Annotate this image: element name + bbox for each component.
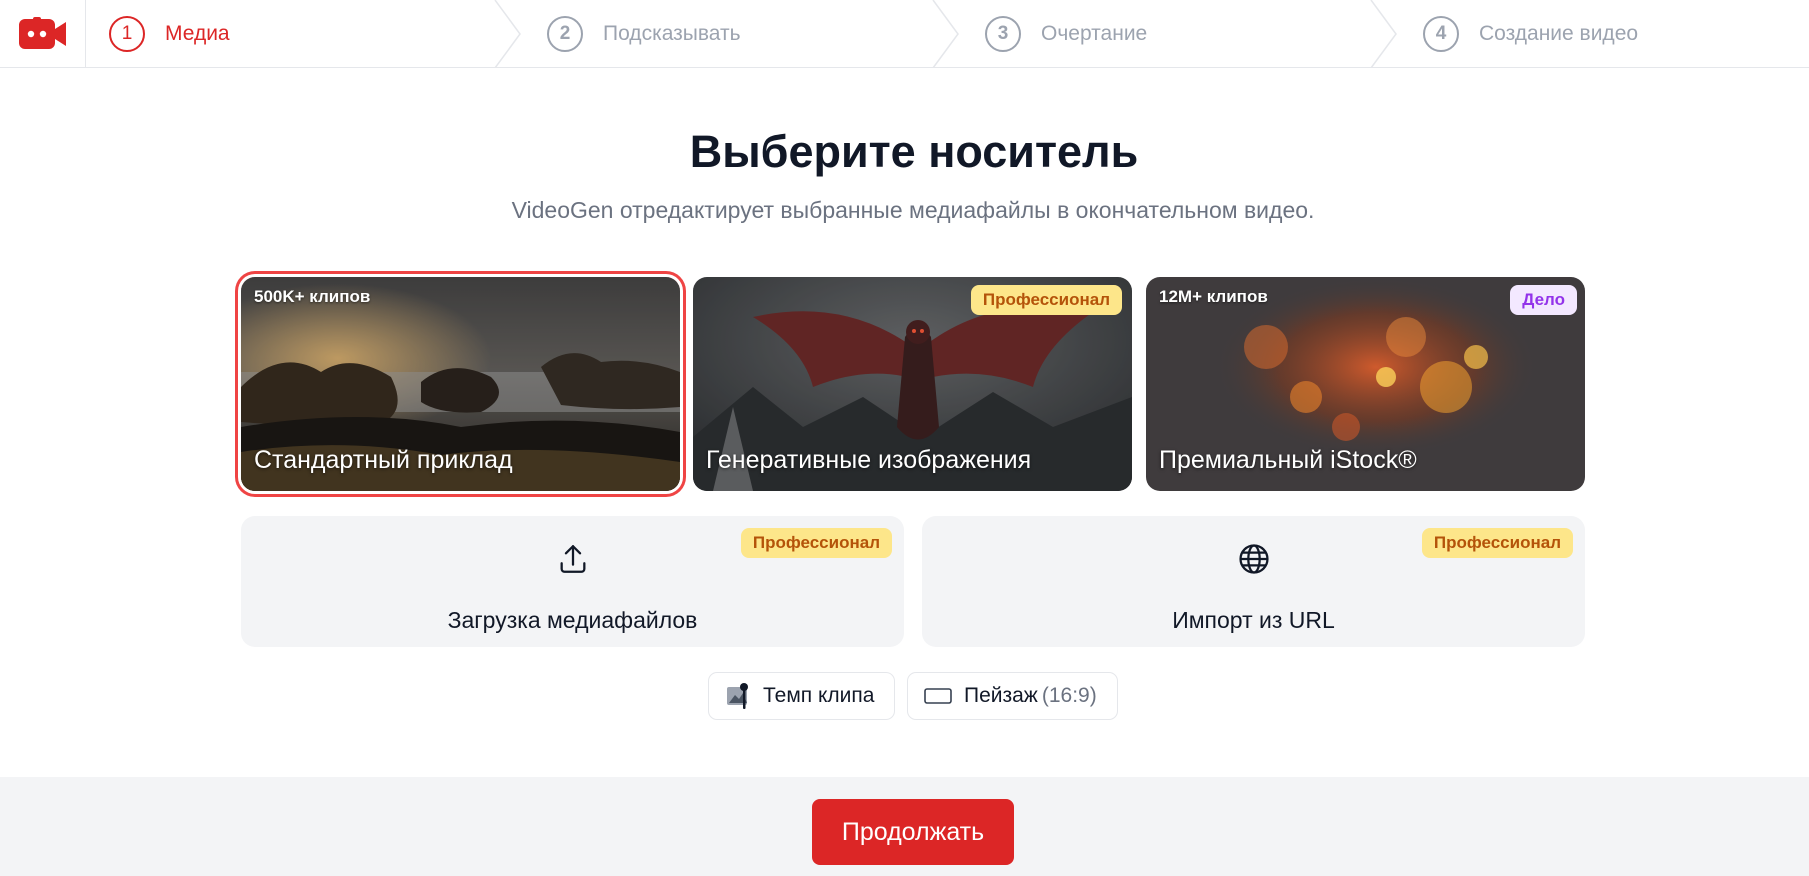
video-camera-logo-icon <box>18 16 66 49</box>
media-card-title: Премиальный iStock® <box>1159 446 1417 474</box>
aspect-label: Пейзаж <box>964 684 1038 707</box>
media-card-premium-istock[interactable]: 12M+ клипов Дело Премиальный iStock® <box>1146 277 1585 491</box>
media-card-standard-stock[interactable]: 500K+ клипов Стандартный приклад <box>241 277 680 491</box>
media-card-generative-images[interactable]: Профессионал Генеративные изображения <box>693 277 1132 491</box>
step-separator-icon <box>932 0 959 68</box>
business-badge: Дело <box>1510 285 1577 315</box>
step-create-video[interactable]: 4 Создание видео <box>1423 0 1638 67</box>
upload-media-tile[interactable]: Профессионал Загрузка медиафайлов <box>241 516 904 647</box>
pro-badge: Профессионал <box>740 528 892 558</box>
landscape-icon <box>924 688 952 704</box>
clip-count: 500K+ клипов <box>254 287 371 306</box>
page-title: Выберите носитель <box>689 126 1139 177</box>
step-media[interactable]: 1 Медиа <box>109 0 230 67</box>
stepper-header: 1 Медиа 2 Подсказывать 3 Очертание 4 Соз… <box>0 0 1809 68</box>
step-outline[interactable]: 3 Очертание <box>985 0 1147 67</box>
step-number: 4 <box>1423 15 1459 52</box>
import-url-label: Импорт из URL <box>1172 607 1335 633</box>
import-url-tile[interactable]: Профессионал Импорт из URL <box>922 516 1585 647</box>
media-card-title: Стандартный приклад <box>254 446 513 474</box>
step-label: Очертание <box>1041 21 1148 45</box>
clip-pace-label: Темп клипа <box>763 684 875 707</box>
page-subtitle: VideoGen отредактирует выбранные медиафа… <box>511 197 1315 223</box>
step-separator-icon <box>1370 0 1397 68</box>
app-logo[interactable] <box>0 0 86 67</box>
media-card-title: Генеративные изображения <box>706 446 1032 474</box>
upload-media-label: Загрузка медиафайлов <box>447 607 698 633</box>
pro-badge: Профессионал <box>1421 528 1573 558</box>
step-number: 1 <box>109 15 145 52</box>
pro-badge: Профессионал <box>970 285 1122 315</box>
step-label: Подсказывать <box>603 21 741 45</box>
step-label: Создание видео <box>1479 21 1639 45</box>
clip-pace-button[interactable]: Темп клипа <box>708 672 895 720</box>
aspect-ratio-value: (16:9) <box>1041 684 1097 707</box>
step-separator-icon <box>494 0 521 68</box>
step-label: Медиа <box>165 21 230 45</box>
step-prompt[interactable]: 2 Подсказывать <box>547 0 741 67</box>
step-number: 3 <box>985 15 1021 52</box>
step-number: 2 <box>547 15 583 52</box>
aspect-ratio-button[interactable]: Пейзаж (16:9) <box>907 672 1118 720</box>
clip-pace-icon <box>727 683 748 709</box>
clip-count: 12M+ клипов <box>1159 287 1268 306</box>
globe-icon <box>1238 544 1269 574</box>
upload-icon <box>560 545 585 573</box>
continue-button[interactable]: Продолжать <box>812 799 1014 865</box>
